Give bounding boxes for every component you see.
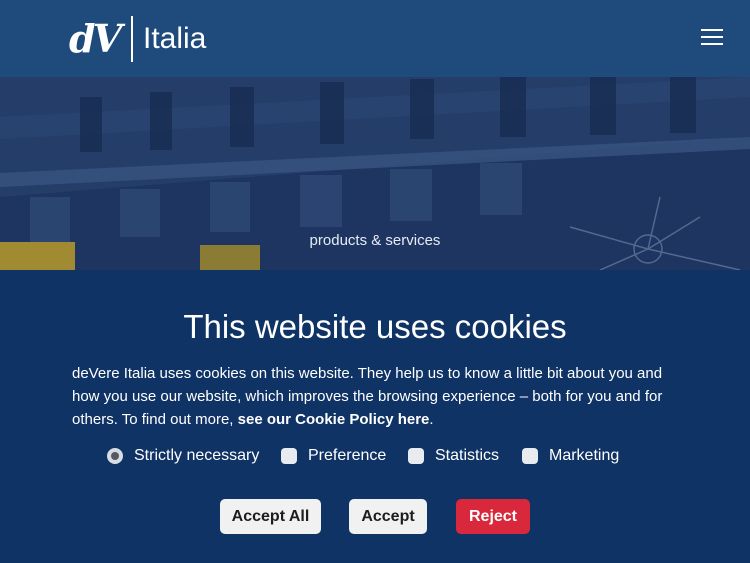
hamburger-menu-icon[interactable] bbox=[700, 26, 724, 48]
cookie-description: deVere Italia uses cookies on this websi… bbox=[72, 362, 692, 431]
logo-divider bbox=[131, 16, 133, 62]
hero-banner: products & services bbox=[0, 77, 750, 270]
option-label: Marketing bbox=[549, 447, 620, 464]
cookie-description-end: . bbox=[429, 411, 434, 428]
option-preference[interactable]: Preference bbox=[281, 444, 386, 468]
option-strictly-necessary[interactable]: Strictly necessary bbox=[107, 444, 259, 468]
preference-checkbox[interactable] bbox=[281, 448, 297, 464]
cookie-options: Strictly necessary Preference Statistics… bbox=[0, 444, 750, 468]
reject-button[interactable]: Reject bbox=[456, 499, 530, 534]
option-marketing[interactable]: Marketing bbox=[522, 444, 619, 468]
accept-all-button[interactable]: Accept All bbox=[220, 499, 321, 534]
option-label: Statistics bbox=[435, 447, 500, 464]
option-statistics[interactable]: Statistics bbox=[408, 444, 499, 468]
marketing-checkbox[interactable] bbox=[522, 448, 538, 464]
logo[interactable]: dV Italia bbox=[69, 16, 206, 62]
cookie-consent-banner: This website uses cookies deVere Italia … bbox=[0, 270, 750, 563]
option-label: Strictly necessary bbox=[134, 447, 260, 464]
cookie-policy-link[interactable]: see our Cookie Policy here bbox=[238, 411, 430, 428]
cookie-title: This website uses cookies bbox=[183, 308, 567, 345]
hero-caption: products & services bbox=[309, 232, 441, 249]
accept-button[interactable]: Accept bbox=[349, 499, 427, 534]
statistics-checkbox[interactable] bbox=[408, 448, 424, 464]
logo-mark: dV bbox=[69, 16, 122, 61]
logo-wordmark: Italia bbox=[143, 22, 207, 55]
strictly-necessary-checkbox[interactable] bbox=[107, 448, 123, 464]
site-header: dV Italia bbox=[0, 0, 750, 77]
option-label: Preference bbox=[308, 447, 387, 464]
